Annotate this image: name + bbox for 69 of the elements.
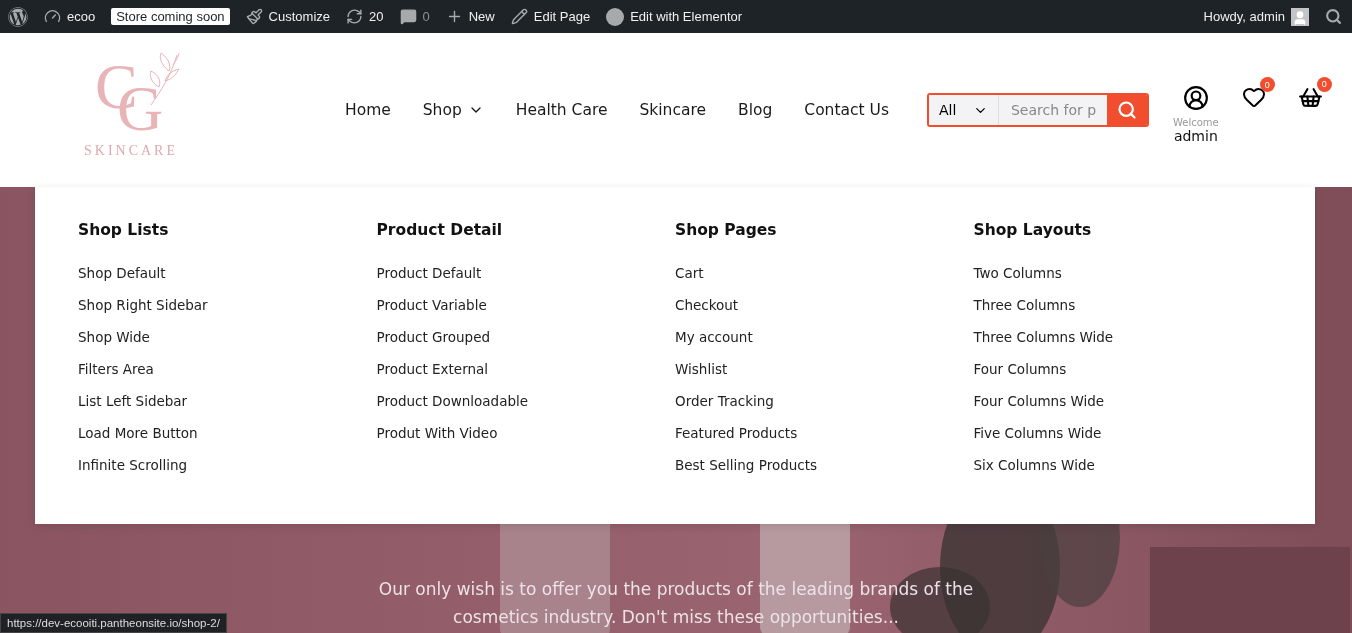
heart-icon [1241,85,1266,109]
brush-icon [245,8,263,25]
nav-link[interactable]: Contact Us [804,101,889,119]
admin-bar-link[interactable]: ecoo [67,9,96,24]
menu-link[interactable]: Filters Area [78,353,154,385]
menu-link[interactable]: Product Default [376,257,482,289]
menu-link[interactable]: Produt With Video [376,417,498,449]
menu-link[interactable]: Four Columns [973,353,1067,385]
menu-link[interactable]: Order Tracking [675,385,774,417]
admin-bar-link[interactable]: 20 [369,9,384,24]
cart-count: 0 [1316,76,1332,92]
avatar-icon[interactable] [1291,7,1309,26]
welcome-label: Welcome [1172,116,1219,128]
pencil-icon [510,8,528,25]
menu-column-title: Shop Lists [78,221,169,239]
search-icon [1116,100,1137,120]
link-status-bar: https://dev-ecooiti.pantheonsite.io/shop-2/ [0,613,227,633]
nav-link[interactable]: Blog [738,101,773,119]
user-icon[interactable] [1182,84,1209,111]
menu-link[interactable]: Product External [376,353,489,385]
logo-wordmark: SKINCARE [84,143,178,159]
admin-bar-link[interactable]: Customize [268,9,331,24]
menu-column-title: Shop Pages [675,221,777,239]
admin-bar-link[interactable]: Edit Page [533,9,591,24]
search-input[interactable]: Search for p [998,95,1107,125]
cart-button[interactable]: 0 [1297,76,1332,110]
menu-link[interactable]: Product Downloadable [376,385,529,417]
greeting[interactable]: Howdy, admin [1203,9,1285,24]
menu-link[interactable]: Wishlist [675,353,728,385]
admin-bar-link[interactable]: Edit with Elementor [630,9,743,24]
category-select[interactable]: All [928,95,999,125]
wishlist-button[interactable]: 0 [1241,77,1275,109]
nav-link[interactable]: Shop [422,101,484,119]
nav-link[interactable]: Home [345,101,391,119]
wishlist-count: 0 [1259,77,1275,92]
menu-link[interactable]: Load More Button [78,417,198,449]
wordpress-logo-icon[interactable] [8,6,28,27]
menu-link[interactable]: My account [675,321,753,353]
comment-icon [399,8,417,25]
menu-link[interactable]: Two Columns [973,257,1062,289]
menu-link[interactable]: Three Columns Wide [973,321,1114,353]
dashboard-icon [44,8,61,25]
nav-link[interactable]: Skincare [639,101,707,119]
menu-link[interactable]: Product Variable [376,289,487,321]
menu-link[interactable]: Checkout [675,289,739,321]
nav-link[interactable]: Health Care [515,101,608,119]
store-status-badge[interactable]: Store coming soon [111,8,230,25]
search-button[interactable] [1106,95,1147,125]
refresh-icon [346,8,364,25]
menu-link[interactable]: Five Columns Wide [973,417,1102,449]
menu-link[interactable]: Shop Wide [78,321,150,353]
menu-column-title: Product Detail [376,221,503,239]
search-icon[interactable] [1325,8,1342,25]
menu-column-title: Shop Layouts [973,221,1092,239]
menu-link[interactable]: Four Columns Wide [973,385,1105,417]
account-name[interactable]: admin [1173,127,1218,144]
menu-link[interactable]: Best Selling Products [675,449,818,481]
admin-bar-link[interactable]: 0 [422,9,430,24]
menu-link[interactable]: Cart [675,257,704,289]
menu-link[interactable]: List Left Sidebar [78,385,188,417]
admin-bar-link[interactable]: New [468,9,495,24]
menu-link[interactable]: Six Columns Wide [973,449,1095,481]
menu-link[interactable]: Three Columns [973,289,1076,321]
menu-link[interactable]: Featured Products [675,417,798,449]
menu-link[interactable]: Shop Default [78,257,166,289]
menu-link[interactable]: Shop Right Sidebar [78,289,208,321]
elementor-icon [606,7,625,26]
menu-link[interactable]: Infinite Scrolling [78,449,188,481]
menu-link[interactable]: Product Grouped [376,321,491,353]
